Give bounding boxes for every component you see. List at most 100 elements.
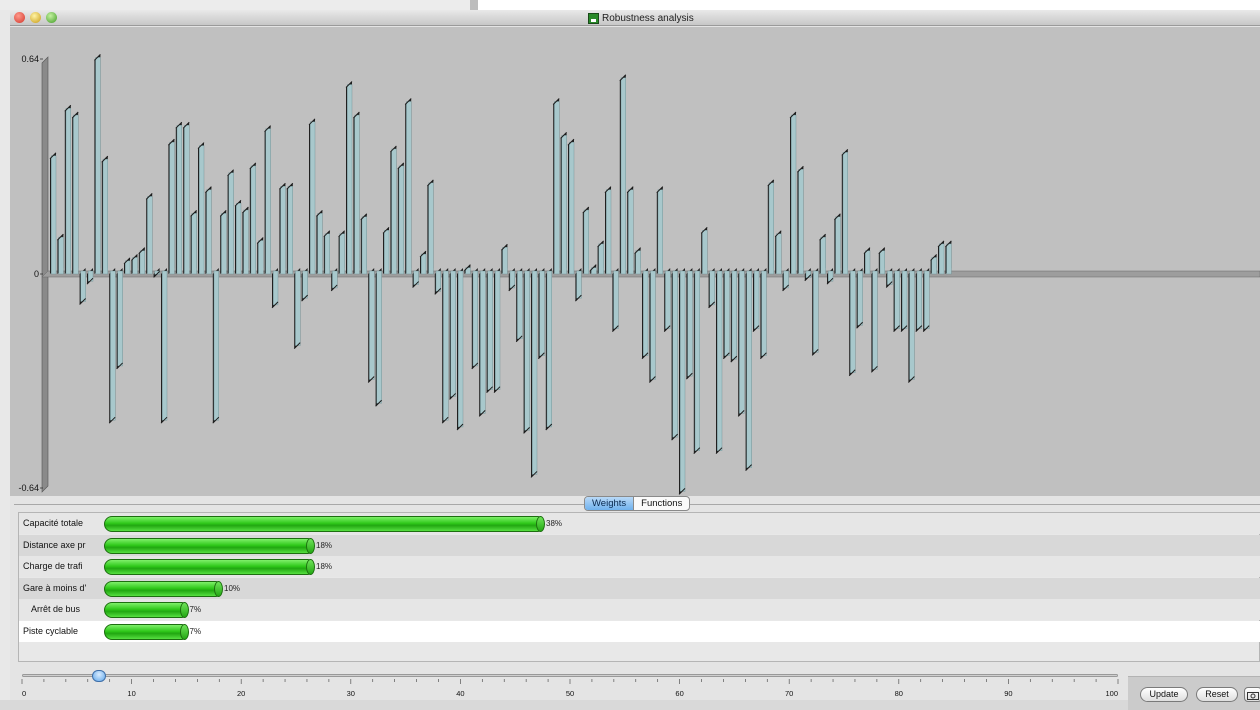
weight-bar[interactable] xyxy=(104,580,219,597)
data-bar xyxy=(51,155,57,275)
data-bar xyxy=(872,270,878,370)
data-bar xyxy=(213,270,220,421)
data-bar xyxy=(265,128,271,275)
zoom-window-button[interactable] xyxy=(46,12,57,23)
data-bar xyxy=(139,250,146,275)
data-bar xyxy=(717,270,723,451)
data-bar xyxy=(583,209,590,275)
data-bar xyxy=(820,236,826,275)
data-bar xyxy=(680,270,686,492)
data-bar xyxy=(879,250,886,275)
data-bar xyxy=(117,270,123,367)
data-bar xyxy=(317,213,323,275)
data-bar xyxy=(354,114,360,275)
data-bar xyxy=(191,213,197,275)
data-bar xyxy=(813,270,819,353)
data-bar xyxy=(250,165,257,275)
weight-bar[interactable] xyxy=(104,537,311,554)
data-bar xyxy=(606,189,612,275)
data-bar xyxy=(939,243,945,275)
weight-bar-handle[interactable] xyxy=(179,602,189,618)
data-bar xyxy=(235,202,242,275)
minimize-window-button[interactable] xyxy=(30,12,41,23)
data-bar xyxy=(95,57,101,275)
data-bar xyxy=(657,189,664,275)
data-bar xyxy=(65,108,72,275)
weight-bar[interactable] xyxy=(104,602,185,618)
data-bar xyxy=(391,148,397,275)
weight-bar-handle[interactable] xyxy=(536,516,545,532)
data-bar xyxy=(835,216,841,275)
weight-percent: 38% xyxy=(546,519,563,528)
data-bar xyxy=(302,270,308,299)
data-bar xyxy=(517,270,523,340)
data-bar xyxy=(228,172,234,275)
data-bar xyxy=(176,125,183,275)
weight-bar[interactable] xyxy=(104,559,311,575)
data-bar xyxy=(169,141,175,275)
weight-percent: 7% xyxy=(189,626,202,636)
y-tick-label: 0.64 xyxy=(21,54,39,64)
data-bar xyxy=(443,270,449,421)
data-bar xyxy=(80,270,86,302)
data-bar xyxy=(502,247,508,275)
weight-row: Piste cyclable 7% xyxy=(19,620,1260,642)
weight-bar-handle[interactable] xyxy=(214,580,223,597)
data-bar xyxy=(472,270,479,367)
data-bar xyxy=(754,270,760,329)
robustness-chart: 0.64 0 -0.64 xyxy=(10,27,1260,496)
data-bar xyxy=(487,270,493,390)
data-bar xyxy=(576,270,582,299)
data-bar xyxy=(620,77,627,275)
weight-bar-handle[interactable] xyxy=(306,559,315,575)
tab-weights[interactable]: Weights xyxy=(585,497,635,510)
tab-functions[interactable]: Functions xyxy=(634,497,689,510)
weight-percent: 18% xyxy=(316,540,333,550)
desktop-background-top xyxy=(0,0,1260,10)
data-bar xyxy=(931,257,937,275)
weight-bar-handle[interactable] xyxy=(179,623,189,640)
data-bar xyxy=(650,270,656,380)
slider-tick-label: 60 xyxy=(675,689,683,698)
data-bar xyxy=(739,270,745,414)
data-bar xyxy=(894,270,900,329)
slider-track[interactable] xyxy=(22,674,1118,677)
data-bar xyxy=(369,270,375,380)
segmented-tabs: Weights Functions xyxy=(584,496,691,511)
weight-label: Capacité totale xyxy=(23,518,84,528)
data-bar xyxy=(132,257,138,275)
slider-tick-label: 20 xyxy=(237,689,245,698)
data-bar xyxy=(909,270,915,380)
data-bar xyxy=(539,270,545,356)
weight-label: Distance axe pr xyxy=(23,539,86,550)
window-title-group: Robustness analysis xyxy=(588,12,694,24)
data-bar xyxy=(709,270,715,306)
weight-row: Distance axe pr 18% xyxy=(19,534,1260,556)
data-bar xyxy=(865,250,871,275)
data-bar xyxy=(532,270,538,475)
data-bar xyxy=(450,270,456,397)
data-bar xyxy=(258,240,264,275)
weight-row: Arrêt de bus 7% xyxy=(19,599,1260,620)
data-bar xyxy=(406,101,412,275)
data-bar xyxy=(198,145,205,275)
slider-tick-label: 70 xyxy=(785,689,793,698)
close-window-button[interactable] xyxy=(14,12,25,23)
camera-glyph xyxy=(1247,692,1259,700)
data-bar xyxy=(546,270,553,428)
weight-row: Gare à moins d' 10% xyxy=(19,577,1260,599)
weight-bar-handle[interactable] xyxy=(306,537,315,554)
y-tick-label: -0.64 xyxy=(18,483,39,493)
data-bar xyxy=(613,270,619,329)
data-bar xyxy=(421,253,427,275)
slider-tick-label: 50 xyxy=(566,689,574,698)
data-bar xyxy=(643,270,649,356)
weight-bar[interactable] xyxy=(104,623,185,640)
title-bar[interactable]: Robustness analysis xyxy=(10,10,1260,26)
data-bar xyxy=(924,270,930,329)
data-bar xyxy=(376,270,382,404)
robustness-analysis-window: Robustness analysis 0.64 0 -0.64 Weights F… xyxy=(10,10,1260,710)
weight-bar[interactable] xyxy=(104,516,541,532)
data-bar xyxy=(147,196,153,275)
data-bar xyxy=(324,233,331,275)
